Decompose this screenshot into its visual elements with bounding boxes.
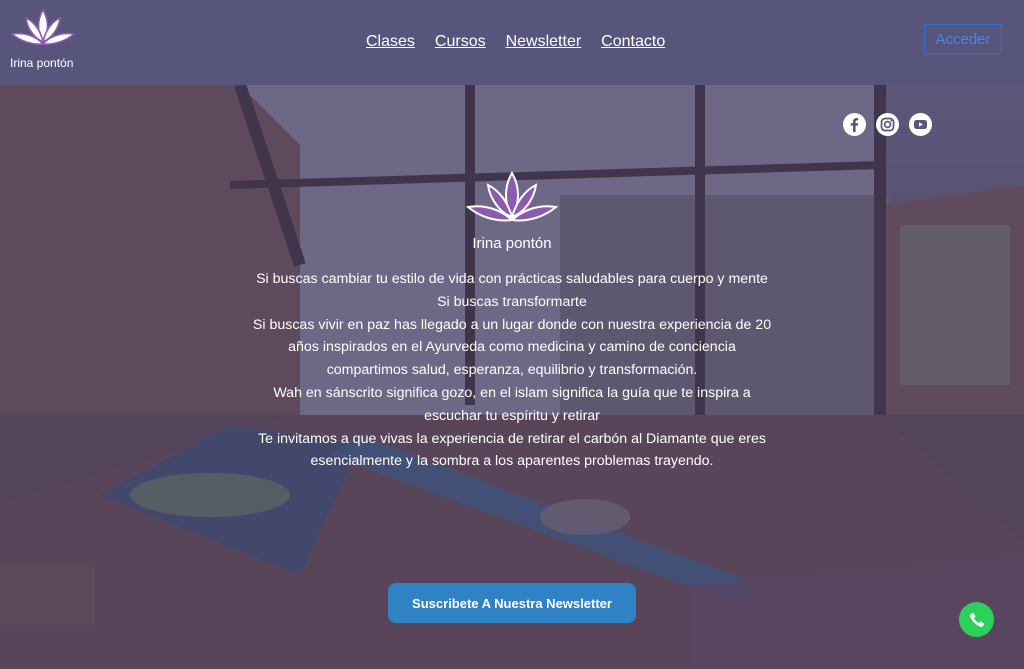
hero-brand-name: Irina pontón [472,235,552,252]
login-button[interactable]: Acceder [924,24,1002,54]
nav-link-cursos[interactable]: Cursos [435,33,486,51]
instagram-link[interactable] [876,113,899,136]
newsletter-subscribe-button[interactable]: Suscribete A Nuestra Newsletter [388,583,636,623]
nav-link-contacto[interactable]: Contacto [601,33,665,51]
main-nav: Clases Cursos Newsletter Contacto [366,33,665,51]
hero-intro-text: Si buscas cambiar tu estilo de vida con … [252,268,772,473]
lotus-logo-icon [10,8,76,45]
facebook-icon [850,118,859,132]
hero-paragraph: Si buscas vivir en paz has llegado a un … [252,316,772,379]
youtube-link[interactable] [909,113,932,136]
nav-link-clases[interactable]: Clases [366,33,415,51]
lotus-icon [466,171,558,222]
page: Irina pontón Clases Cursos Newsletter Co… [0,0,1024,669]
hero-section: Irina pontón Si buscas cambiar tu estilo… [0,85,1024,669]
site-header: Irina pontón Clases Cursos Newsletter Co… [0,0,1024,85]
hero-paragraph: Si buscas transformarte [437,293,587,310]
social-links [843,113,932,136]
youtube-icon [914,120,927,129]
whatsapp-button[interactable] [959,602,994,637]
nav-link-newsletter[interactable]: Newsletter [506,33,582,51]
instagram-icon [880,117,895,132]
hero-paragraph: Te invitamos a que vivas la experiencia … [258,430,766,470]
hero-paragraph: Wah en sánscrito significa gozo, en el i… [273,384,751,424]
brand-logo[interactable]: Irina pontón [8,6,80,76]
facebook-link[interactable] [843,113,866,136]
brand-name: Irina pontón [10,56,74,70]
phone-icon [969,612,984,627]
hero-paragraph: Si buscas cambiar tu estilo de vida con … [256,271,768,287]
